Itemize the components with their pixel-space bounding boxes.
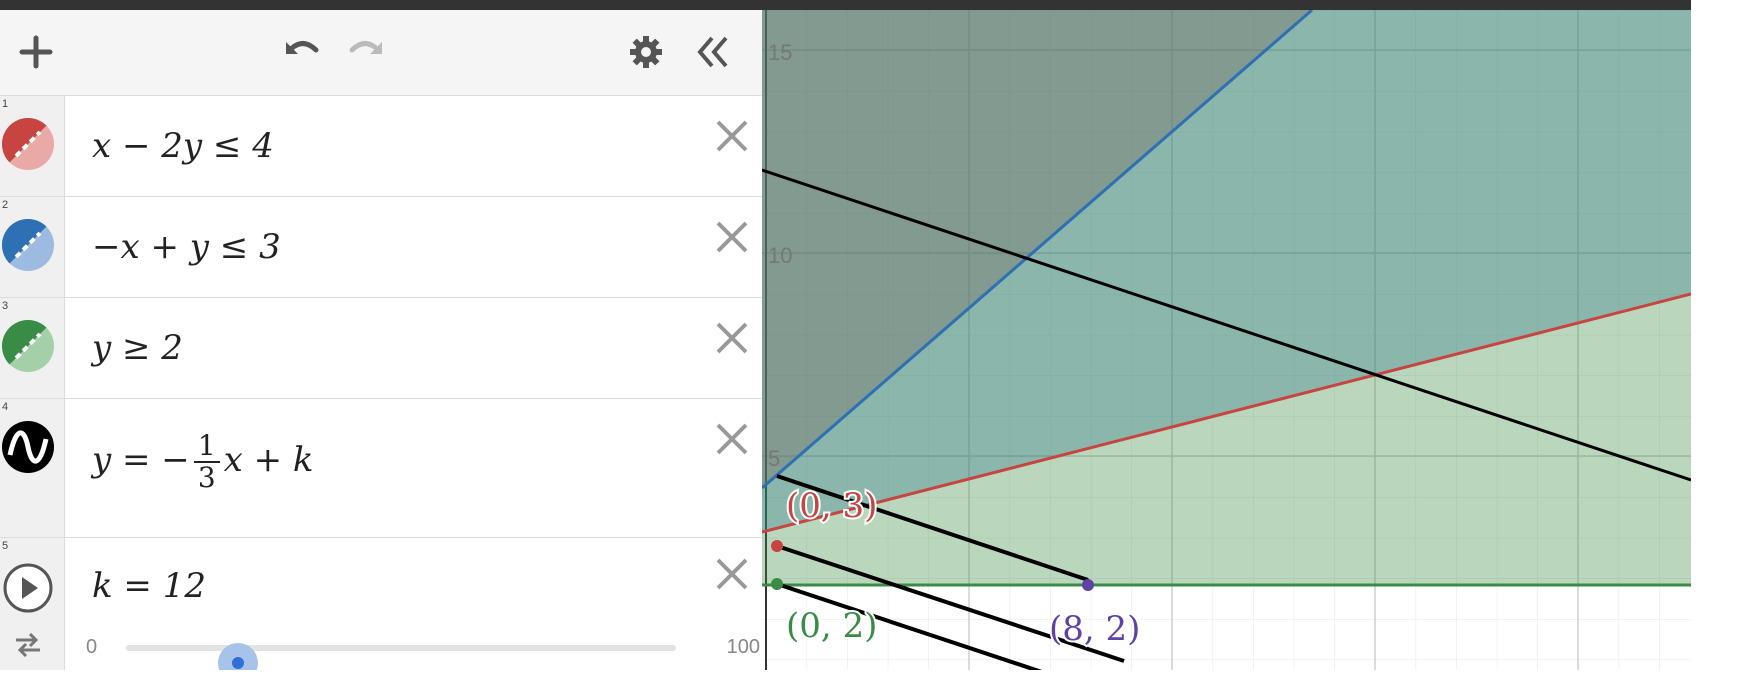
double-chevron-left-icon [697, 36, 728, 68]
expression-row[interactable]: 1 x − 2y ≤ 4 [0, 96, 762, 197]
expression-text[interactable]: x − 2y ≤ 4 [92, 126, 274, 166]
row-number: 3 [2, 300, 9, 312]
expression-list: 1 x − 2y ≤ 4 2 −x + y ≤ 3 3 y ≥ 2 4 y = … [0, 96, 762, 670]
expression-panel: 1 x − 2y ≤ 4 2 −x + y ≤ 3 3 y ≥ 2 4 y = … [0, 10, 762, 670]
slider-max-label: 100 [726, 636, 760, 658]
row-number: 2 [2, 199, 9, 211]
expression-part: x + k [223, 440, 314, 480]
row-gutter: 3 [0, 298, 65, 398]
slider-thumb-core [232, 657, 244, 669]
inequality-green-shade [762, 10, 1691, 585]
point-label: (0, 2) [786, 606, 877, 646]
loop-icon[interactable] [12, 630, 44, 658]
plus-icon [19, 35, 53, 69]
row-number: 1 [2, 98, 9, 110]
point-label: (8, 2) [1049, 609, 1140, 649]
close-icon[interactable] [710, 417, 754, 461]
point-0-3[interactable] [771, 540, 783, 552]
close-icon[interactable] [710, 215, 754, 259]
inequality-color-icon[interactable] [2, 219, 54, 271]
undo-icon [286, 41, 319, 54]
expression-row[interactable]: 2 −x + y ≤ 3 [0, 197, 762, 298]
point-label: (0, 3) [786, 486, 877, 526]
y-tick-label: 10 [768, 243, 792, 268]
graph-svg: 15 10 5 (0, 3) (0, 2) (8, 2) [762, 10, 1691, 670]
collapse-panel-button[interactable] [692, 32, 732, 72]
slider-thumb[interactable] [218, 643, 258, 670]
row-gutter: 5 [0, 538, 65, 670]
undo-button[interactable] [282, 32, 322, 72]
play-icon[interactable] [2, 562, 54, 614]
close-icon[interactable] [710, 552, 754, 596]
fraction-numerator: 1 [193, 431, 220, 463]
gear-icon [630, 36, 662, 68]
redo-button[interactable] [346, 32, 386, 72]
expression-text[interactable]: k = 12 [92, 566, 206, 606]
function-color-icon[interactable] [2, 421, 54, 473]
point-0-2[interactable] [771, 578, 783, 590]
expression-part: y = − [92, 440, 190, 480]
settings-button[interactable] [626, 32, 666, 72]
fraction: 13 [193, 431, 220, 494]
redo-icon [349, 41, 382, 54]
expression-text[interactable]: y ≥ 2 [92, 328, 183, 368]
expression-row[interactable]: 5 k = 12 0 100 [0, 538, 762, 670]
row-number: 5 [2, 540, 9, 552]
y-tick-label: 5 [768, 446, 780, 471]
expression-toolbar [0, 10, 762, 96]
inequality-color-icon[interactable] [2, 118, 54, 170]
slider-min-label: 0 [86, 636, 98, 658]
top-bar [0, 0, 1691, 10]
close-icon[interactable] [710, 316, 754, 360]
expression-row[interactable]: 3 y ≥ 2 [0, 298, 762, 399]
graph-canvas[interactable]: 15 10 5 (0, 3) (0, 2) (8, 2) [762, 10, 1691, 670]
row-gutter: 4 [0, 399, 65, 537]
expression-row[interactable]: 4 y = −1 3 x + k [0, 399, 762, 538]
inequality-color-icon[interactable] [2, 320, 54, 372]
row-gutter: 1 [0, 96, 65, 196]
fraction-denominator: 3 [197, 461, 216, 494]
expression-text[interactable]: y = −1 3 x + k [92, 431, 314, 493]
row-gutter: 2 [0, 197, 65, 297]
slider-track[interactable] [126, 643, 676, 670]
close-icon[interactable] [710, 114, 754, 158]
row-number: 4 [2, 401, 9, 413]
k-slider[interactable]: 0 100 [80, 630, 760, 670]
add-expression-button[interactable] [16, 32, 56, 72]
point-8-2[interactable] [1082, 579, 1094, 591]
expression-text[interactable]: −x + y ≤ 3 [92, 227, 281, 267]
y-tick-label: 15 [768, 40, 792, 65]
